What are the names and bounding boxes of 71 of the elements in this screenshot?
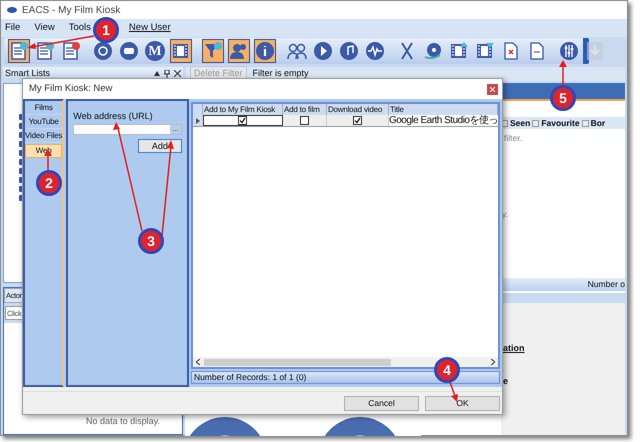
filter-toggle-icon[interactable] — [532, 120, 540, 126]
play-icon — [313, 41, 333, 61]
pointer-arrow — [559, 60, 567, 86]
toolbar-button[interactable] — [364, 39, 386, 63]
document-add-icon — [9, 41, 29, 61]
ok-button[interactable]: OK — [425, 396, 500, 410]
pointer-arrow — [27, 35, 94, 49]
filter-status: Filter is empty — [252, 67, 309, 80]
column-header[interactable]: Bor — [590, 117, 606, 129]
people-icon — [287, 41, 307, 61]
close-button[interactable] — [487, 84, 498, 94]
waveform-icon — [365, 41, 385, 61]
record-count: Number of Records: 1 of 1 (0) — [194, 371, 306, 384]
film-strip-icon — [171, 41, 191, 61]
details-heading: ation — [503, 342, 526, 354]
checkbox[interactable] — [300, 116, 309, 125]
filter-hint: filter. — [503, 132, 523, 145]
dialog-title: My Film Kiosk: New — [29, 82, 112, 96]
table-cell: Google Earth Studioを使っ — [388, 115, 498, 126]
toolbar-button[interactable] — [170, 39, 192, 63]
disc-icon — [423, 41, 443, 61]
film-up-icon — [449, 41, 469, 61]
toolbar-button[interactable] — [338, 39, 360, 63]
grid-row[interactable]: Google Earth Studioを使っ — [192, 115, 498, 127]
scroll-right-icon[interactable] — [491, 359, 495, 365]
column-header[interactable]: Favourite — [541, 117, 580, 129]
checkbox[interactable] — [238, 116, 248, 125]
source-item[interactable]: Films — [25, 102, 62, 115]
row-pointer-icon — [196, 118, 200, 124]
toolbar-button[interactable] — [558, 39, 580, 63]
toolbar-button[interactable] — [202, 39, 224, 63]
caret-up-icon[interactable] — [154, 71, 160, 76]
cancel-button[interactable]: Cancel — [344, 396, 419, 410]
disc-search-icon — [93, 41, 113, 61]
menu-item[interactable]: View — [34, 20, 55, 36]
pointer-arrow — [449, 382, 458, 402]
toolbar-button[interactable] — [254, 39, 276, 63]
close-icon[interactable] — [174, 70, 181, 77]
document-delete-icon — [61, 41, 81, 61]
scroll-left-icon[interactable] — [196, 359, 200, 365]
window-title: EACS - My Film Kiosk — [22, 4, 120, 18]
menu-item[interactable]: File — [5, 20, 20, 36]
toolbar-button[interactable] — [8, 39, 30, 63]
filter-toggle-icon[interactable] — [582, 120, 589, 126]
film-down-icon — [475, 41, 495, 61]
document-edit-icon — [35, 41, 55, 61]
video-logo-icon — [119, 41, 139, 61]
column-header[interactable]: Seen — [510, 117, 530, 129]
app-logo-icon — [7, 5, 17, 15]
toolbar-button[interactable] — [312, 39, 334, 63]
toolbar-button[interactable] — [228, 39, 250, 63]
source-item[interactable]: Video Files — [25, 130, 62, 143]
details-label: e — [503, 375, 510, 388]
close-icon — [490, 86, 495, 92]
sliders-icon — [559, 41, 579, 61]
filter-icon — [203, 41, 223, 61]
download-icon — [585, 41, 605, 61]
menu-item[interactable]: Tools — [68, 20, 91, 36]
add-button[interactable]: Add — [138, 138, 182, 152]
record-count: Number o — [588, 278, 625, 290]
horizontal-scrollbar[interactable] — [192, 357, 498, 367]
pin-icon[interactable] — [164, 70, 170, 78]
checkbox[interactable] — [352, 116, 362, 125]
empty-message: No data to display. — [86, 414, 160, 428]
info-icon — [255, 41, 275, 61]
toolbar-button[interactable] — [118, 39, 140, 63]
field-label: Web address (URL) — [73, 110, 154, 123]
person-icon — [229, 41, 249, 61]
new-user-link[interactable]: New User — [128, 20, 171, 36]
panel-title: Smart Lists — [5, 66, 52, 80]
source-item[interactable]: YouTube — [25, 116, 62, 129]
